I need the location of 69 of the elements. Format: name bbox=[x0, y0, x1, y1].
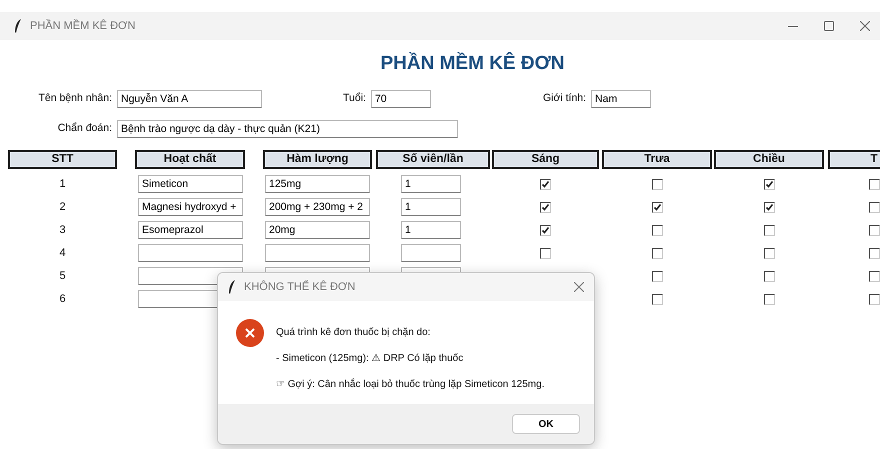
column-header: Hàm lượng bbox=[263, 150, 372, 168]
strength-field[interactable]: 200mg + 230mg + 2 bbox=[265, 198, 370, 216]
column-header: T bbox=[828, 150, 880, 168]
dose-checkbox[interactable] bbox=[652, 202, 662, 212]
gender-field[interactable]: Nam bbox=[591, 90, 652, 108]
dose-checkbox[interactable] bbox=[868, 248, 880, 258]
strength-field[interactable] bbox=[265, 244, 370, 262]
dose-checkbox[interactable] bbox=[652, 270, 662, 282]
maximize-icon[interactable] bbox=[824, 21, 834, 31]
dose-checkbox[interactable] bbox=[868, 202, 880, 212]
message-text: ☞ Gợi ý: Cân nhắc loại bỏ thuốc trùng lặp Simeticon 125mg. bbox=[276, 377, 544, 392]
dose-checkbox[interactable] bbox=[868, 294, 880, 304]
dose-checkbox[interactable] bbox=[652, 224, 662, 236]
dose-checkbox[interactable] bbox=[540, 178, 551, 190]
quantity-field[interactable]: 1 bbox=[401, 221, 461, 239]
diagnosis-field[interactable]: Bệnh trào ngược dạ dày - thực quản (K21) bbox=[117, 120, 458, 138]
dose-checkbox[interactable] bbox=[540, 248, 551, 258]
dose-checkbox[interactable] bbox=[868, 178, 880, 190]
dialog-title: KHÔNG THỂ KÊ ĐƠN bbox=[244, 279, 356, 295]
feather-icon bbox=[14, 19, 22, 33]
field-label: Chẩn đoán: bbox=[56, 120, 112, 136]
column-header: Số viên/lần bbox=[376, 150, 490, 168]
dose-checkbox[interactable] bbox=[764, 202, 774, 212]
dose-checkbox[interactable] bbox=[868, 224, 880, 236]
dose-checkbox[interactable] bbox=[652, 178, 662, 190]
active-ingredient-field[interactable] bbox=[138, 244, 243, 262]
row-number: 5 bbox=[59, 268, 66, 284]
field-label: Giới tính: bbox=[542, 90, 586, 106]
message-text: Quá trình kê đơn thuốc bị chặn do: bbox=[276, 326, 432, 340]
ok-button[interactable]: OK bbox=[512, 414, 580, 434]
quantity-field[interactable]: 1 bbox=[401, 175, 461, 193]
dose-checkbox[interactable] bbox=[652, 248, 662, 258]
dose-checkbox[interactable] bbox=[764, 224, 774, 236]
column-header: Chiều bbox=[714, 150, 824, 168]
dose-checkbox[interactable] bbox=[868, 270, 880, 282]
column-header: STT bbox=[8, 150, 117, 168]
row-number: 2 bbox=[59, 200, 66, 215]
dose-checkbox[interactable] bbox=[652, 294, 662, 304]
feather-icon bbox=[228, 280, 236, 294]
close-icon[interactable] bbox=[574, 282, 584, 292]
column-header: Hoạt chất bbox=[135, 150, 245, 168]
error-icon bbox=[236, 319, 264, 347]
app-heading: PHẦN MỀM KÊ ĐƠN bbox=[379, 51, 566, 76]
field-label: Tên bệnh nhân: bbox=[37, 90, 112, 106]
row-number: 6 bbox=[59, 292, 66, 307]
message-text: - Simeticon (125mg): ⚠ DRP Có lặp thuốc bbox=[276, 352, 464, 366]
dose-checkbox[interactable] bbox=[764, 270, 774, 282]
patient-name-field[interactable]: Nguyễn Văn A bbox=[117, 90, 262, 108]
strength-field[interactable]: 20mg bbox=[265, 221, 370, 239]
quantity-field[interactable]: 1 bbox=[401, 198, 461, 216]
quantity-field[interactable] bbox=[401, 244, 461, 262]
age-field[interactable]: 70 bbox=[370, 90, 431, 108]
field-label: Tuổi: bbox=[343, 90, 366, 106]
row-number: 3 bbox=[59, 222, 66, 238]
dose-checkbox[interactable] bbox=[764, 294, 774, 304]
window-title: PHẦN MỀM KÊ ĐƠN bbox=[30, 18, 136, 34]
dose-checkbox[interactable] bbox=[764, 248, 774, 258]
active-ingredient-field[interactable]: Magnesi hydroxyd + bbox=[138, 198, 243, 216]
strength-field[interactable]: 125mg bbox=[265, 175, 370, 193]
row-number: 4 bbox=[59, 246, 66, 261]
active-ingredient-field[interactable]: Esomeprazol bbox=[138, 221, 243, 239]
row-number: 1 bbox=[59, 176, 66, 192]
dose-checkbox[interactable] bbox=[540, 202, 551, 212]
column-header: Sáng bbox=[492, 150, 599, 168]
dose-checkbox[interactable] bbox=[764, 178, 774, 190]
active-ingredient-field[interactable]: Simeticon bbox=[138, 175, 243, 193]
dose-checkbox[interactable] bbox=[540, 224, 551, 236]
close-icon[interactable] bbox=[860, 21, 870, 31]
column-header: Trưa bbox=[602, 150, 712, 168]
